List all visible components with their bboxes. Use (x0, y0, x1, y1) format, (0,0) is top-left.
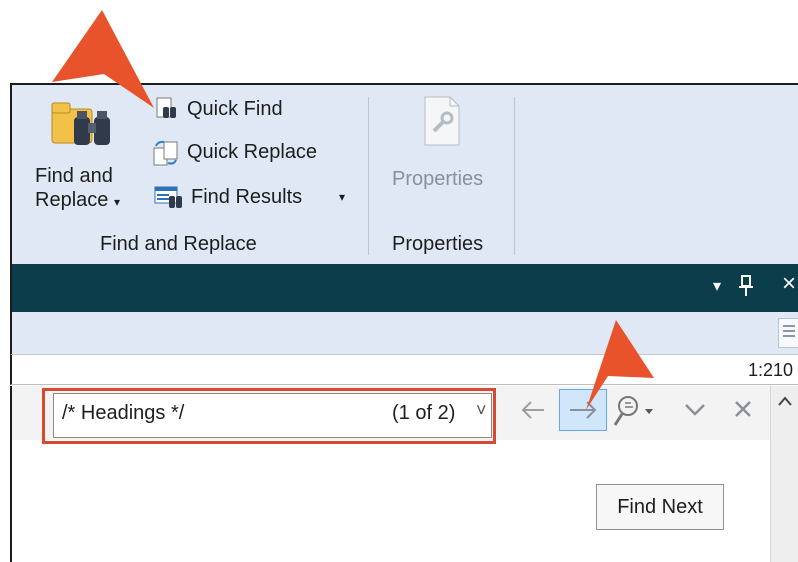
pane-header-bar: ▾ × (10, 264, 798, 312)
find-and-replace-label-2[interactable]: Replace ▾ (35, 189, 120, 212)
properties-wrench-icon (422, 95, 462, 147)
status-row: 1:210 (10, 355, 798, 385)
find-and-replace-label-1[interactable]: Find and (35, 165, 113, 188)
quick-replace-icon[interactable] (152, 139, 180, 167)
properties-button: Properties (392, 168, 484, 190)
cursor-position: 1:210 (748, 360, 794, 380)
toolbar-overflow-icon[interactable] (778, 318, 798, 348)
pane-dropdown-button[interactable]: ▾ (713, 276, 721, 296)
prev-arrow-icon[interactable] (516, 392, 552, 428)
search-highlight-box (42, 388, 496, 444)
find-next-tooltip: Find Next (596, 484, 724, 530)
group-label-properties: Properties (392, 233, 484, 255)
close-icon[interactable] (728, 394, 758, 424)
vertical-scrollbar[interactable] (770, 386, 798, 562)
editor-toolbar (10, 312, 798, 355)
quick-find-button[interactable]: Quick Find (187, 98, 283, 121)
callout-arrow-icon (570, 318, 656, 412)
find-results-button[interactable]: Find Results (191, 186, 302, 209)
callout-arrow-icon (50, 8, 160, 118)
expand-icon[interactable] (680, 394, 710, 424)
find-results-dropdown[interactable]: ▾ (339, 190, 345, 204)
scroll-up-icon[interactable] (775, 392, 795, 412)
find-results-icon[interactable] (154, 185, 184, 209)
ribbon-separator (368, 97, 369, 255)
ribbon-separator (514, 97, 515, 255)
pane-close-button[interactable]: × (782, 270, 796, 298)
pin-icon[interactable] (736, 272, 756, 298)
quick-replace-button[interactable]: Quick Replace (187, 141, 317, 164)
group-label-find-replace: Find and Replace (100, 233, 257, 255)
